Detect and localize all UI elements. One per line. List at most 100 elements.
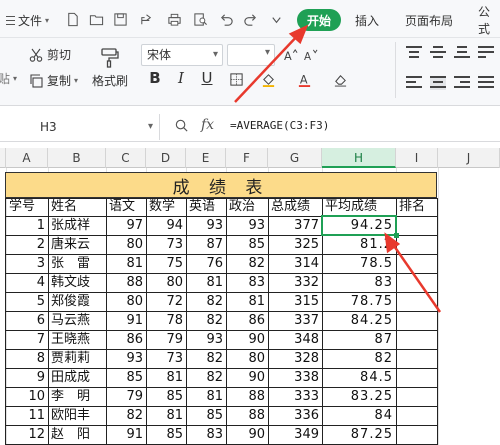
tab-home[interactable]: 开始 <box>297 9 342 31</box>
table-cell-chinese[interactable]: 79 <box>107 387 146 406</box>
fill-color-icon[interactable] <box>258 69 278 89</box>
table-cell-id[interactable]: 5 <box>7 292 48 311</box>
save-icon[interactable] <box>110 9 130 29</box>
align-bottom-icon[interactable] <box>454 46 470 60</box>
formula-input[interactable]: =AVERAGE(C3:F3) <box>230 119 329 132</box>
table-cell-chinese[interactable]: 82 <box>107 406 146 425</box>
table-cell-rank[interactable] <box>397 216 437 235</box>
table-cell-average[interactable]: 81.2 <box>323 235 396 254</box>
table-cell-rank[interactable] <box>397 254 437 273</box>
table-cell-id[interactable]: 11 <box>7 406 48 425</box>
header-3[interactable]: 数学 <box>147 198 186 216</box>
tab-insert[interactable]: 插入 <box>355 10 379 30</box>
table-cell-id[interactable]: 3 <box>7 254 48 273</box>
open-folder-icon[interactable] <box>86 9 106 29</box>
table-cell-politics[interactable]: 80 <box>227 349 268 368</box>
table-cell-total[interactable]: 314 <box>269 254 322 273</box>
underline-button[interactable]: U <box>198 68 216 88</box>
table-cell-chinese[interactable]: 97 <box>107 216 146 235</box>
table-cell-math[interactable]: 73 <box>147 349 186 368</box>
table-cell-id[interactable]: 10 <box>7 387 48 406</box>
table-cell-rank[interactable] <box>397 235 437 254</box>
header-7[interactable]: 平均成绩 <box>323 198 396 216</box>
table-cell-math[interactable]: 85 <box>147 425 186 444</box>
table-cell-chinese[interactable]: 86 <box>107 330 146 349</box>
table-cell-name[interactable]: 王晓燕 <box>49 330 106 349</box>
table-cell-chinese[interactable]: 85 <box>107 368 146 387</box>
table-cell-average[interactable]: 83 <box>323 273 396 292</box>
align-left-icon[interactable] <box>406 76 422 90</box>
table-cell-math[interactable]: 78 <box>147 311 186 330</box>
table-cell-math[interactable]: 94 <box>147 216 186 235</box>
new-file-icon[interactable] <box>62 9 82 29</box>
table-cell-chinese[interactable]: 91 <box>107 425 146 444</box>
table-cell-politics[interactable]: 90 <box>227 368 268 387</box>
customize-icon[interactable] <box>266 9 286 29</box>
table-cell-average[interactable]: 83.25 <box>323 387 396 406</box>
header-1[interactable]: 姓名 <box>49 198 106 216</box>
table-cell-id[interactable]: 6 <box>7 311 48 330</box>
insert-function-icon[interactable]: fx <box>201 117 214 133</box>
table-cell-total[interactable]: 333 <box>269 387 322 406</box>
table-cell-chinese[interactable]: 80 <box>107 235 146 254</box>
table-cell-name[interactable]: 田成成 <box>49 368 106 387</box>
header-6[interactable]: 总成绩 <box>269 198 322 216</box>
zoom-formula-icon[interactable] <box>174 118 189 137</box>
tab-formulas[interactable]: 公式 <box>478 5 500 36</box>
table-cell-english[interactable]: 81 <box>187 387 226 406</box>
table-cell-english[interactable]: 93 <box>187 216 226 235</box>
justify-icon[interactable] <box>478 76 494 90</box>
table-cell-chinese[interactable]: 88 <box>107 273 146 292</box>
table-cell-math[interactable]: 73 <box>147 235 186 254</box>
table-cell-english[interactable]: 82 <box>187 292 226 311</box>
table-cell-average[interactable]: 78.75 <box>323 292 396 311</box>
table-cell-total[interactable]: 349 <box>269 425 322 444</box>
border-icon[interactable] <box>226 69 246 89</box>
table-cell-rank[interactable] <box>397 368 437 387</box>
table-cell-english[interactable]: 82 <box>187 311 226 330</box>
table-cell-rank[interactable] <box>397 292 437 311</box>
table-cell-rank[interactable] <box>397 425 437 444</box>
table-cell-math[interactable]: 85 <box>147 387 186 406</box>
undo-icon[interactable] <box>216 9 236 29</box>
table-cell-english[interactable]: 82 <box>187 368 226 387</box>
table-cell-average[interactable]: 78.5 <box>323 254 396 273</box>
table-cell-english[interactable]: 87 <box>187 235 226 254</box>
clear-format-icon[interactable] <box>330 69 350 89</box>
table-cell-total[interactable]: 348 <box>269 330 322 349</box>
column-header-i[interactable]: I <box>396 148 438 168</box>
column-header-c[interactable]: C <box>106 148 146 168</box>
table-cell-id[interactable]: 1 <box>7 216 48 235</box>
decrease-font-icon[interactable]: A <box>300 45 320 65</box>
column-header-h[interactable]: H <box>322 148 396 168</box>
column-header-d[interactable]: D <box>146 148 186 168</box>
table-cell-rank[interactable] <box>397 330 437 349</box>
paste-button[interactable]: 贴 ▾ <box>0 70 17 87</box>
table-cell-total[interactable]: 338 <box>269 368 322 387</box>
align-middle-icon[interactable] <box>430 46 446 60</box>
table-cell-english[interactable]: 85 <box>187 406 226 425</box>
table-cell-id[interactable]: 4 <box>7 273 48 292</box>
column-header-a[interactable]: A <box>6 148 48 168</box>
table-cell-math[interactable]: 72 <box>147 292 186 311</box>
table-cell-average[interactable]: 82 <box>323 349 396 368</box>
table-cell-english[interactable]: 81 <box>187 273 226 292</box>
table-cell-name[interactable]: 欧阳丰 <box>49 406 106 425</box>
file-menu-button[interactable]: 文件 ▾ <box>2 9 52 31</box>
table-cell-total[interactable]: 336 <box>269 406 322 425</box>
table-cell-total[interactable]: 315 <box>269 292 322 311</box>
table-cell-name[interactable]: 郑俊霞 <box>49 292 106 311</box>
table-cell-name[interactable]: 韩文歧 <box>49 273 106 292</box>
print-preview-icon[interactable] <box>190 9 210 29</box>
name-box[interactable]: H3 <box>0 114 160 140</box>
font-color-icon[interactable]: A <box>294 69 314 89</box>
table-cell-name[interactable]: 张 雷 <box>49 254 106 273</box>
table-cell-english[interactable]: 83 <box>187 425 226 444</box>
table-cell-total[interactable]: 377 <box>269 216 322 235</box>
table-cell-rank[interactable] <box>397 387 437 406</box>
column-header-g[interactable]: G <box>268 148 322 168</box>
table-cell-total[interactable]: 332 <box>269 273 322 292</box>
table-cell-name[interactable]: 马云燕 <box>49 311 106 330</box>
table-cell-math[interactable]: 79 <box>147 330 186 349</box>
table-cell-average[interactable]: 87.25 <box>323 425 396 444</box>
